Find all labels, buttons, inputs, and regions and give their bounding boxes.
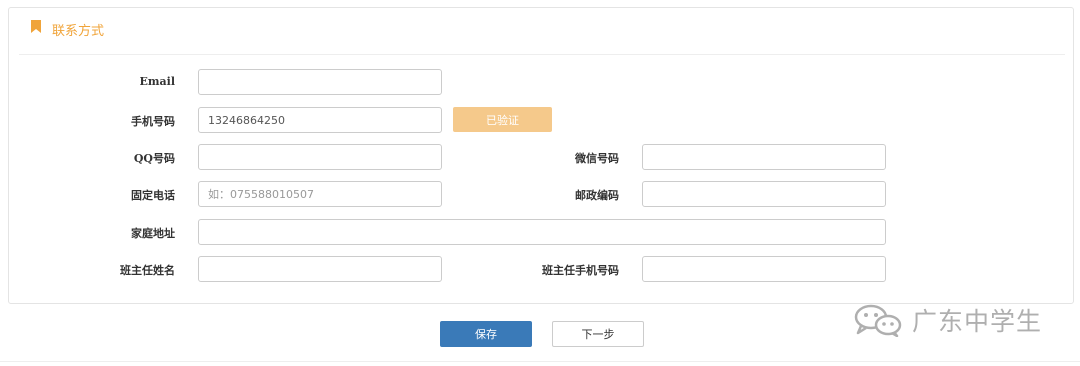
landline-label: 固定电话 [131, 189, 175, 202]
teacher-mobile-field[interactable] [642, 256, 886, 282]
bottom-divider [0, 361, 1080, 362]
wechat-icon [854, 304, 902, 337]
postcode-field[interactable] [642, 181, 886, 207]
watermark: 广东中学生 [852, 300, 1042, 340]
mobile-label: 手机号码 [131, 115, 175, 128]
email-field[interactable] [198, 69, 442, 95]
qq-label: QQ号码 [133, 152, 175, 165]
address-field[interactable] [198, 219, 886, 245]
section-title: 联系方式 [52, 24, 105, 39]
teacher-name-field[interactable] [198, 256, 442, 282]
bookmark-icon [31, 20, 41, 33]
address-label: 家庭地址 [131, 227, 175, 240]
verified-button[interactable]: 已验证 [453, 107, 552, 132]
landline-field[interactable] [198, 181, 442, 207]
watermark-text: 广东中学生 [912, 307, 1043, 336]
save-button[interactable]: 保存 [440, 321, 532, 347]
qq-field[interactable] [198, 144, 442, 170]
teacher-name-label: 班主任姓名 [120, 264, 175, 277]
next-step-button[interactable]: 下一步 [552, 321, 644, 347]
email-label: Email [139, 75, 175, 88]
mobile-field[interactable] [198, 107, 442, 133]
panel-header: 联系方式 [19, 8, 1065, 55]
wechat-field[interactable] [642, 144, 886, 170]
wechat-label: 微信号码 [575, 152, 619, 165]
teacher-mobile-label: 班主任手机号码 [542, 264, 619, 277]
postcode-label: 邮政编码 [575, 189, 619, 202]
